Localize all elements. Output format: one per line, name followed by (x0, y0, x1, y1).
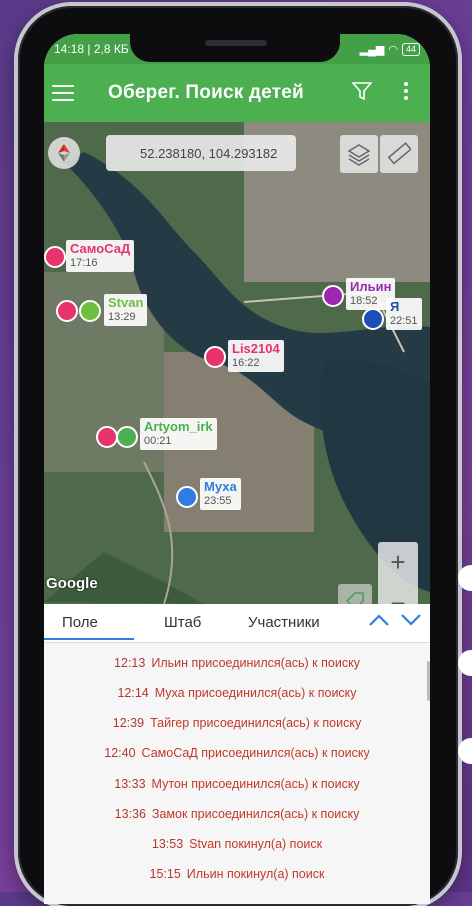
zoom-control: + − (378, 542, 418, 604)
tab-participants[interactable]: Участники (248, 604, 320, 640)
navigation-icon (176, 486, 198, 508)
background-dot (458, 650, 472, 676)
tag-button[interactable] (338, 584, 372, 604)
phone-speaker (205, 40, 267, 46)
marker-pin-icon (204, 346, 226, 368)
wifi-icon: ◠ (388, 43, 398, 56)
person-icon (96, 426, 118, 448)
compass-icon (58, 144, 70, 162)
log-entry: 12:40 СамоСаД присоединился(ась) к поиску (104, 746, 370, 760)
compass-button[interactable] (48, 137, 80, 169)
ruler-icon (387, 142, 411, 165)
log-entry: 13:53 Stvan покинул(а) поиск (151, 837, 323, 851)
marker-label: Stvan 13:29 (104, 294, 148, 326)
marker-label: Artyom_irk 00:21 (140, 418, 217, 450)
log-entry: 13:33 Мутон присоединился(ась) к поиску (114, 777, 360, 791)
layers-button[interactable] (340, 135, 378, 173)
active-tab-indicator (44, 638, 134, 640)
battery-icon: 44 (401, 42, 420, 56)
chevron-down-icon[interactable] (400, 612, 422, 628)
target-icon (79, 300, 101, 322)
marker-label: Lis2104 16:22 (228, 340, 284, 372)
background-dot (458, 738, 472, 764)
log-entry: 12:13 Ильин присоединился(ась) к поиску (114, 656, 360, 670)
status-time: 14:18 | 2,8 КБ (54, 42, 129, 56)
chevron-up-icon[interactable] (368, 612, 390, 628)
zoom-out-button[interactable]: − (390, 588, 405, 604)
log-entry: 15:15 Ильин покинул(а) поиск (149, 867, 325, 881)
log-entry: 13:36 Замок присоединился(ась) к поиску (114, 807, 360, 821)
person-icon (56, 300, 78, 322)
marker-pin-icon (44, 246, 66, 268)
tab-bar: Поле Штаб Участники (44, 604, 430, 643)
signal-icon: ▂▄▆ (359, 43, 385, 56)
marker-label: Муха 23:55 (200, 478, 241, 510)
marker-pin-icon (322, 285, 344, 307)
app-title: Оберег. Поиск детей (108, 82, 304, 103)
log-entry: 12:39 Тайгер присоединился(ась) к поиску (112, 716, 362, 730)
more-options-icon[interactable] (404, 82, 408, 100)
app-toolbar: Оберег. Поиск детей (44, 64, 430, 122)
map-attribution: Google (46, 575, 98, 592)
arrow-down-icon (116, 426, 138, 448)
event-log[interactable]: 12:13 Ильин присоединился(ась) к поиску 1… (44, 643, 430, 904)
my-location-icon (362, 308, 384, 330)
phone-notch (130, 34, 340, 62)
filter-icon[interactable] (352, 81, 372, 101)
coordinates-field[interactable]: 52.238180, 104.293182 (106, 135, 296, 171)
menu-icon[interactable] (52, 85, 74, 101)
background-dot (458, 565, 472, 591)
tab-hq[interactable]: Штаб (164, 604, 201, 640)
satellite-map[interactable]: 52.238180, 104.293182 СамоСаД 17:16 Stva… (44, 122, 430, 604)
marker-label: Я 22:51 (386, 298, 422, 330)
app-screen: 14:18 | 2,8 КБ ▂▄▆ ◠ 44 Оберег. Поиск де… (44, 34, 430, 904)
tab-field[interactable]: Поле (62, 604, 98, 640)
log-entry: 12:14 Муха присоединился(ась) к поиску (117, 686, 357, 700)
zoom-in-button[interactable]: + (390, 547, 405, 578)
tag-icon (345, 592, 364, 604)
status-icons: ▂▄▆ ◠ 44 (359, 42, 420, 56)
layers-icon (347, 144, 371, 166)
ruler-button[interactable] (380, 135, 418, 173)
marker-label: СамоСаД 17:16 (66, 240, 135, 272)
